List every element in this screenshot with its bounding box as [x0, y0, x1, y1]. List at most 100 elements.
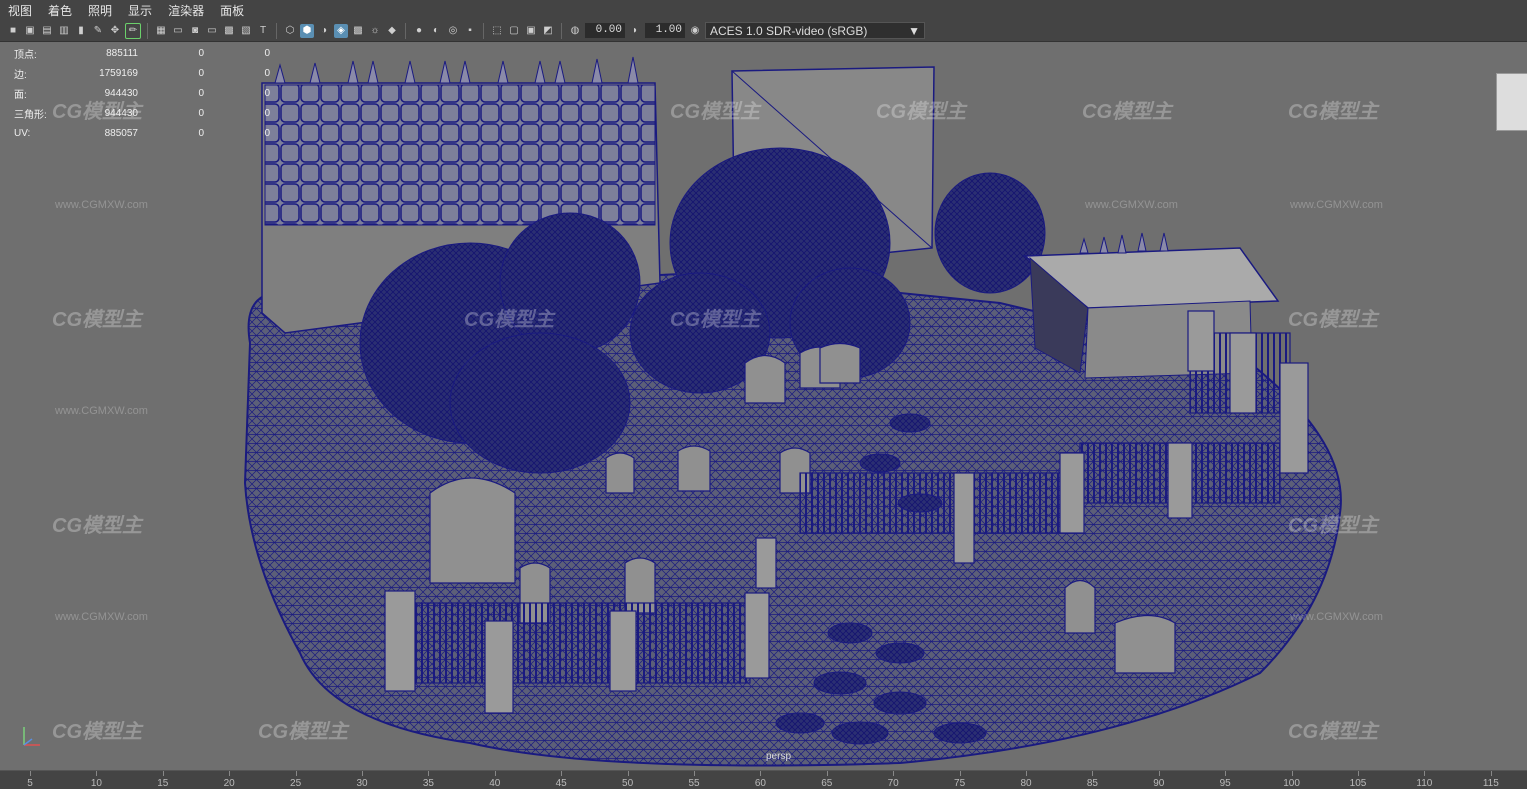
camera-label: persp — [766, 751, 792, 762]
xray-icon[interactable]: ▢ — [507, 24, 521, 38]
exposure-field[interactable]: 0.00 — [585, 23, 625, 38]
menu-view[interactable]: 视图 — [0, 2, 40, 19]
timeline-tick-mark — [96, 771, 98, 776]
timeline-tick-label: 110 — [1416, 778, 1433, 789]
depth-of-field-icon[interactable]: ▪ — [463, 24, 477, 38]
safe-title-icon[interactable]: T — [256, 24, 270, 38]
color-space-select[interactable]: ACES 1.0 SDR-video (sRGB) ▼ — [705, 22, 925, 39]
timeline-tick-label: 105 — [1349, 778, 1367, 789]
timeline-tick-mark — [162, 771, 164, 776]
watermark-url: www.CGMXW.com — [1290, 611, 1383, 623]
color-space-label: ACES 1.0 SDR-video (sRGB) — [710, 23, 868, 38]
antialiasing-icon[interactable]: ◎ — [446, 24, 460, 38]
timeline-tick-mark — [295, 771, 297, 776]
viewport-toolbar: ■ ▣ ▤ ▥ ▮ ✎ ✥ ✏ ▦ ▭ ◙ ▭ ▩ ▧ T ⬡ ⬢ ◑ ◈ ▩ … — [0, 20, 1527, 42]
timeline-tick-label: 95 — [1219, 778, 1231, 789]
right-house-spikes — [1079, 232, 1169, 254]
timeline-tick-mark — [1026, 771, 1027, 776]
timeline-tick-mark — [893, 771, 895, 776]
wireframe-on-shaded-icon[interactable]: ◈ — [334, 23, 348, 38]
roof-tiles — [264, 84, 656, 226]
timeline-tick-label: 90 — [1153, 778, 1165, 789]
isolate-select-icon[interactable]: ⬚ — [490, 24, 504, 38]
timeline-tick-label: 85 — [1086, 778, 1098, 789]
watermark-logo: CG模型主 — [52, 721, 142, 743]
hud-row-faces: 面: 944430 0 0 — [14, 87, 270, 101]
color-management-icon[interactable]: ◉ — [688, 24, 702, 38]
viewport-menubar: 视图 着色 照明 显示 渲染器 面板 — [0, 0, 1527, 20]
timeline-tick-mark — [1424, 771, 1426, 776]
resolution-gate-icon[interactable]: ◙ — [188, 24, 202, 38]
timeline-tick-mark — [1225, 771, 1227, 776]
camera-select-icon[interactable]: ■ — [6, 24, 20, 38]
view-cube-icon[interactable] — [1496, 73, 1527, 131]
timeline-tick-label: 10 — [90, 778, 102, 789]
timeline-tick-label: 100 — [1283, 778, 1300, 789]
wall-spikes — [274, 56, 639, 84]
camera-attributes-icon[interactable]: ▣ — [23, 24, 37, 38]
timeline-tick-label: 75 — [954, 778, 966, 789]
timeline-tick-mark — [561, 771, 563, 776]
timeline-tick-mark — [494, 771, 496, 776]
gamma-icon[interactable]: ◗ — [628, 24, 642, 38]
menu-shading[interactable]: 着色 — [40, 2, 80, 19]
image-plane-icon[interactable]: ▥ — [57, 24, 71, 38]
gate-mask-icon[interactable]: ▭ — [205, 24, 219, 38]
menu-lighting[interactable]: 照明 — [80, 2, 120, 19]
hud-row-edges: 边: 1759169 0 0 — [14, 67, 270, 81]
menu-panels[interactable]: 面板 — [212, 2, 252, 19]
xray-joints-icon[interactable]: ▣ — [524, 24, 538, 38]
bookmarks-icon[interactable]: ▤ — [40, 24, 54, 38]
watermark-logo: CG模型主 — [876, 101, 966, 123]
timeline-tick-label: 45 — [555, 778, 567, 789]
timeline-tick-label: 25 — [290, 778, 302, 789]
exposure-icon[interactable]: ◍ — [568, 24, 582, 38]
smooth-shade-icon[interactable]: ⬢ — [300, 23, 314, 38]
bookmark-icon[interactable]: ▮ — [74, 24, 88, 38]
time-slider[interactable]: 5 10 15 20 25 30 35 40 45 50 55 60 65 70 75 80 85 90 95 100… — [0, 770, 1527, 789]
pencil-tool-icon[interactable]: ✏ — [125, 22, 141, 39]
timeline-tick-label: 115 — [1482, 778, 1499, 789]
timeline-tick-label: 70 — [887, 778, 899, 789]
lights-icon[interactable]: ☼ — [368, 24, 382, 38]
textured-icon[interactable]: ▩ — [351, 24, 365, 38]
wireframe-icon[interactable]: ⬡ — [283, 24, 297, 38]
gamma-field[interactable]: 1.00 — [645, 23, 685, 38]
shadows-icon[interactable]: ◆ — [385, 24, 399, 38]
xray-components-icon[interactable]: ◩ — [541, 24, 555, 38]
timeline-tick-label: 40 — [489, 778, 501, 789]
grid-icon[interactable]: ▦ — [154, 24, 168, 38]
field-chart-icon[interactable]: ▩ — [222, 24, 236, 38]
grease-pencil-icon[interactable]: ✎ — [91, 24, 105, 38]
timeline-tick-label: 20 — [223, 778, 235, 789]
timeline-tick-label: 5 — [27, 778, 33, 789]
chevron-down-icon: ▼ — [908, 23, 920, 38]
3d-viewport[interactable]: CG模型主 CG模型主 CG模型主 CG模型主 CG模型主 CG模型主 CG模型… — [0, 43, 1527, 770]
default-material-icon[interactable]: ◑ — [317, 24, 331, 38]
menu-renderer[interactable]: 渲染器 — [160, 2, 212, 19]
timeline-tick-mark — [959, 771, 961, 776]
watermark-logo: CG模型主 — [464, 309, 554, 331]
timeline-tick-mark — [694, 771, 695, 776]
timeline-tick-label: 30 — [356, 778, 368, 789]
timeline-tick-label: 60 — [754, 778, 766, 789]
camera-tool-icon[interactable]: ✥ — [108, 24, 122, 38]
watermark-logo: CG模型主 — [1288, 309, 1378, 331]
poly-count-hud: 顶点: 885111 0 0 边: 1759169 0 0 面: 944430 … — [14, 43, 270, 143]
safe-action-icon[interactable]: ▧ — [239, 24, 253, 38]
film-gate-icon[interactable]: ▭ — [171, 24, 185, 38]
menu-show[interactable]: 显示 — [120, 2, 160, 19]
timeline-tick-mark — [627, 771, 629, 776]
watermark-logo: CG模型主 — [258, 721, 348, 743]
wireframe-scene — [243, 56, 1342, 767]
ambient-occlusion-icon[interactable]: ● — [412, 24, 426, 38]
timeline-tick-mark — [1490, 771, 1492, 776]
watermark-logo: CG模型主 — [52, 515, 142, 537]
timeline-tick-mark — [760, 771, 762, 776]
watermark-url: www.CGMXW.com — [55, 405, 148, 417]
timeline-tick-label: 35 — [422, 778, 434, 789]
motion-blur-icon[interactable]: ◐ — [429, 24, 443, 38]
hud-row-triangles: 三角形: 944430 0 0 — [14, 107, 270, 121]
timeline-tick-label: 15 — [157, 778, 169, 789]
watermark-logo: CG模型主 — [670, 101, 760, 123]
